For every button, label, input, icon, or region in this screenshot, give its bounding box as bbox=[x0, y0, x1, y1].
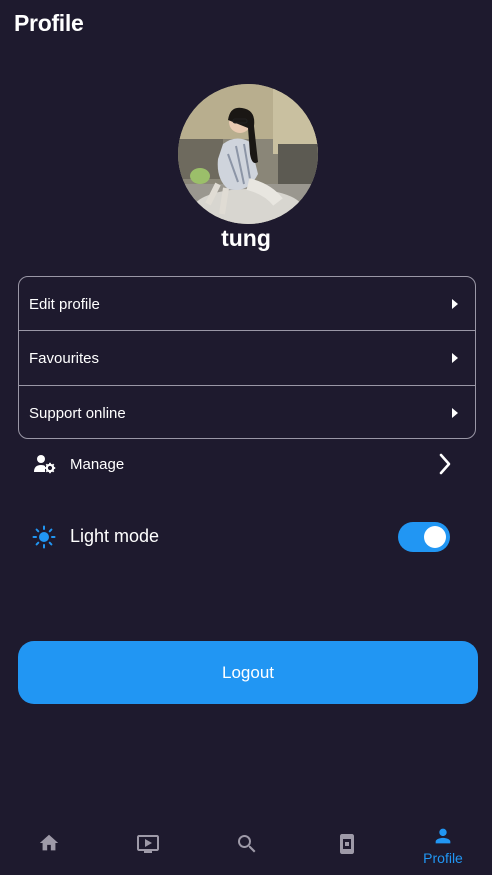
search-icon bbox=[238, 835, 256, 853]
book-icon bbox=[340, 834, 354, 854]
home-icon bbox=[39, 834, 59, 851]
nav-profile[interactable]: Profile bbox=[394, 815, 492, 875]
support-online-item[interactable]: Support online bbox=[19, 386, 475, 440]
light-mode-label: Light mode bbox=[70, 526, 160, 546]
bottom-navigation: Profile bbox=[0, 815, 492, 875]
edit-profile-label: Edit profile bbox=[29, 295, 100, 313]
nav-book[interactable] bbox=[297, 815, 395, 875]
play-icon bbox=[137, 835, 159, 853]
manage-label: Manage bbox=[70, 456, 125, 473]
manage-user-icon bbox=[34, 454, 56, 479]
username: tung bbox=[221, 225, 271, 251]
chevron-right-icon bbox=[438, 452, 452, 481]
light-mode-row: Light mode bbox=[18, 516, 476, 558]
profile-menu: Edit profile Favourites Support online bbox=[18, 276, 476, 439]
nav-video[interactable] bbox=[98, 815, 196, 875]
nav-home[interactable] bbox=[0, 815, 98, 875]
profile-screen: Profile tung Edit profile Favourites Sup… bbox=[0, 0, 492, 875]
arrow-right-icon bbox=[452, 299, 458, 309]
edit-profile-item[interactable]: Edit profile bbox=[19, 277, 475, 331]
sun-icon bbox=[32, 525, 56, 554]
manage-item[interactable]: Manage bbox=[18, 444, 476, 486]
page-title: Profile bbox=[14, 10, 84, 36]
support-online-label: Support online bbox=[29, 404, 126, 422]
person-icon bbox=[435, 828, 451, 844]
arrow-right-icon bbox=[452, 353, 458, 363]
favourites-item[interactable]: Favourites bbox=[19, 331, 475, 385]
toggle-knob bbox=[424, 526, 446, 548]
light-mode-toggle[interactable] bbox=[398, 522, 450, 552]
nav-search[interactable] bbox=[197, 815, 295, 875]
logout-button[interactable]: Logout bbox=[18, 641, 478, 704]
arrow-right-icon bbox=[452, 408, 458, 418]
nav-profile-label: Profile bbox=[423, 850, 463, 866]
avatar[interactable] bbox=[178, 84, 318, 224]
favourites-label: Favourites bbox=[29, 349, 100, 367]
